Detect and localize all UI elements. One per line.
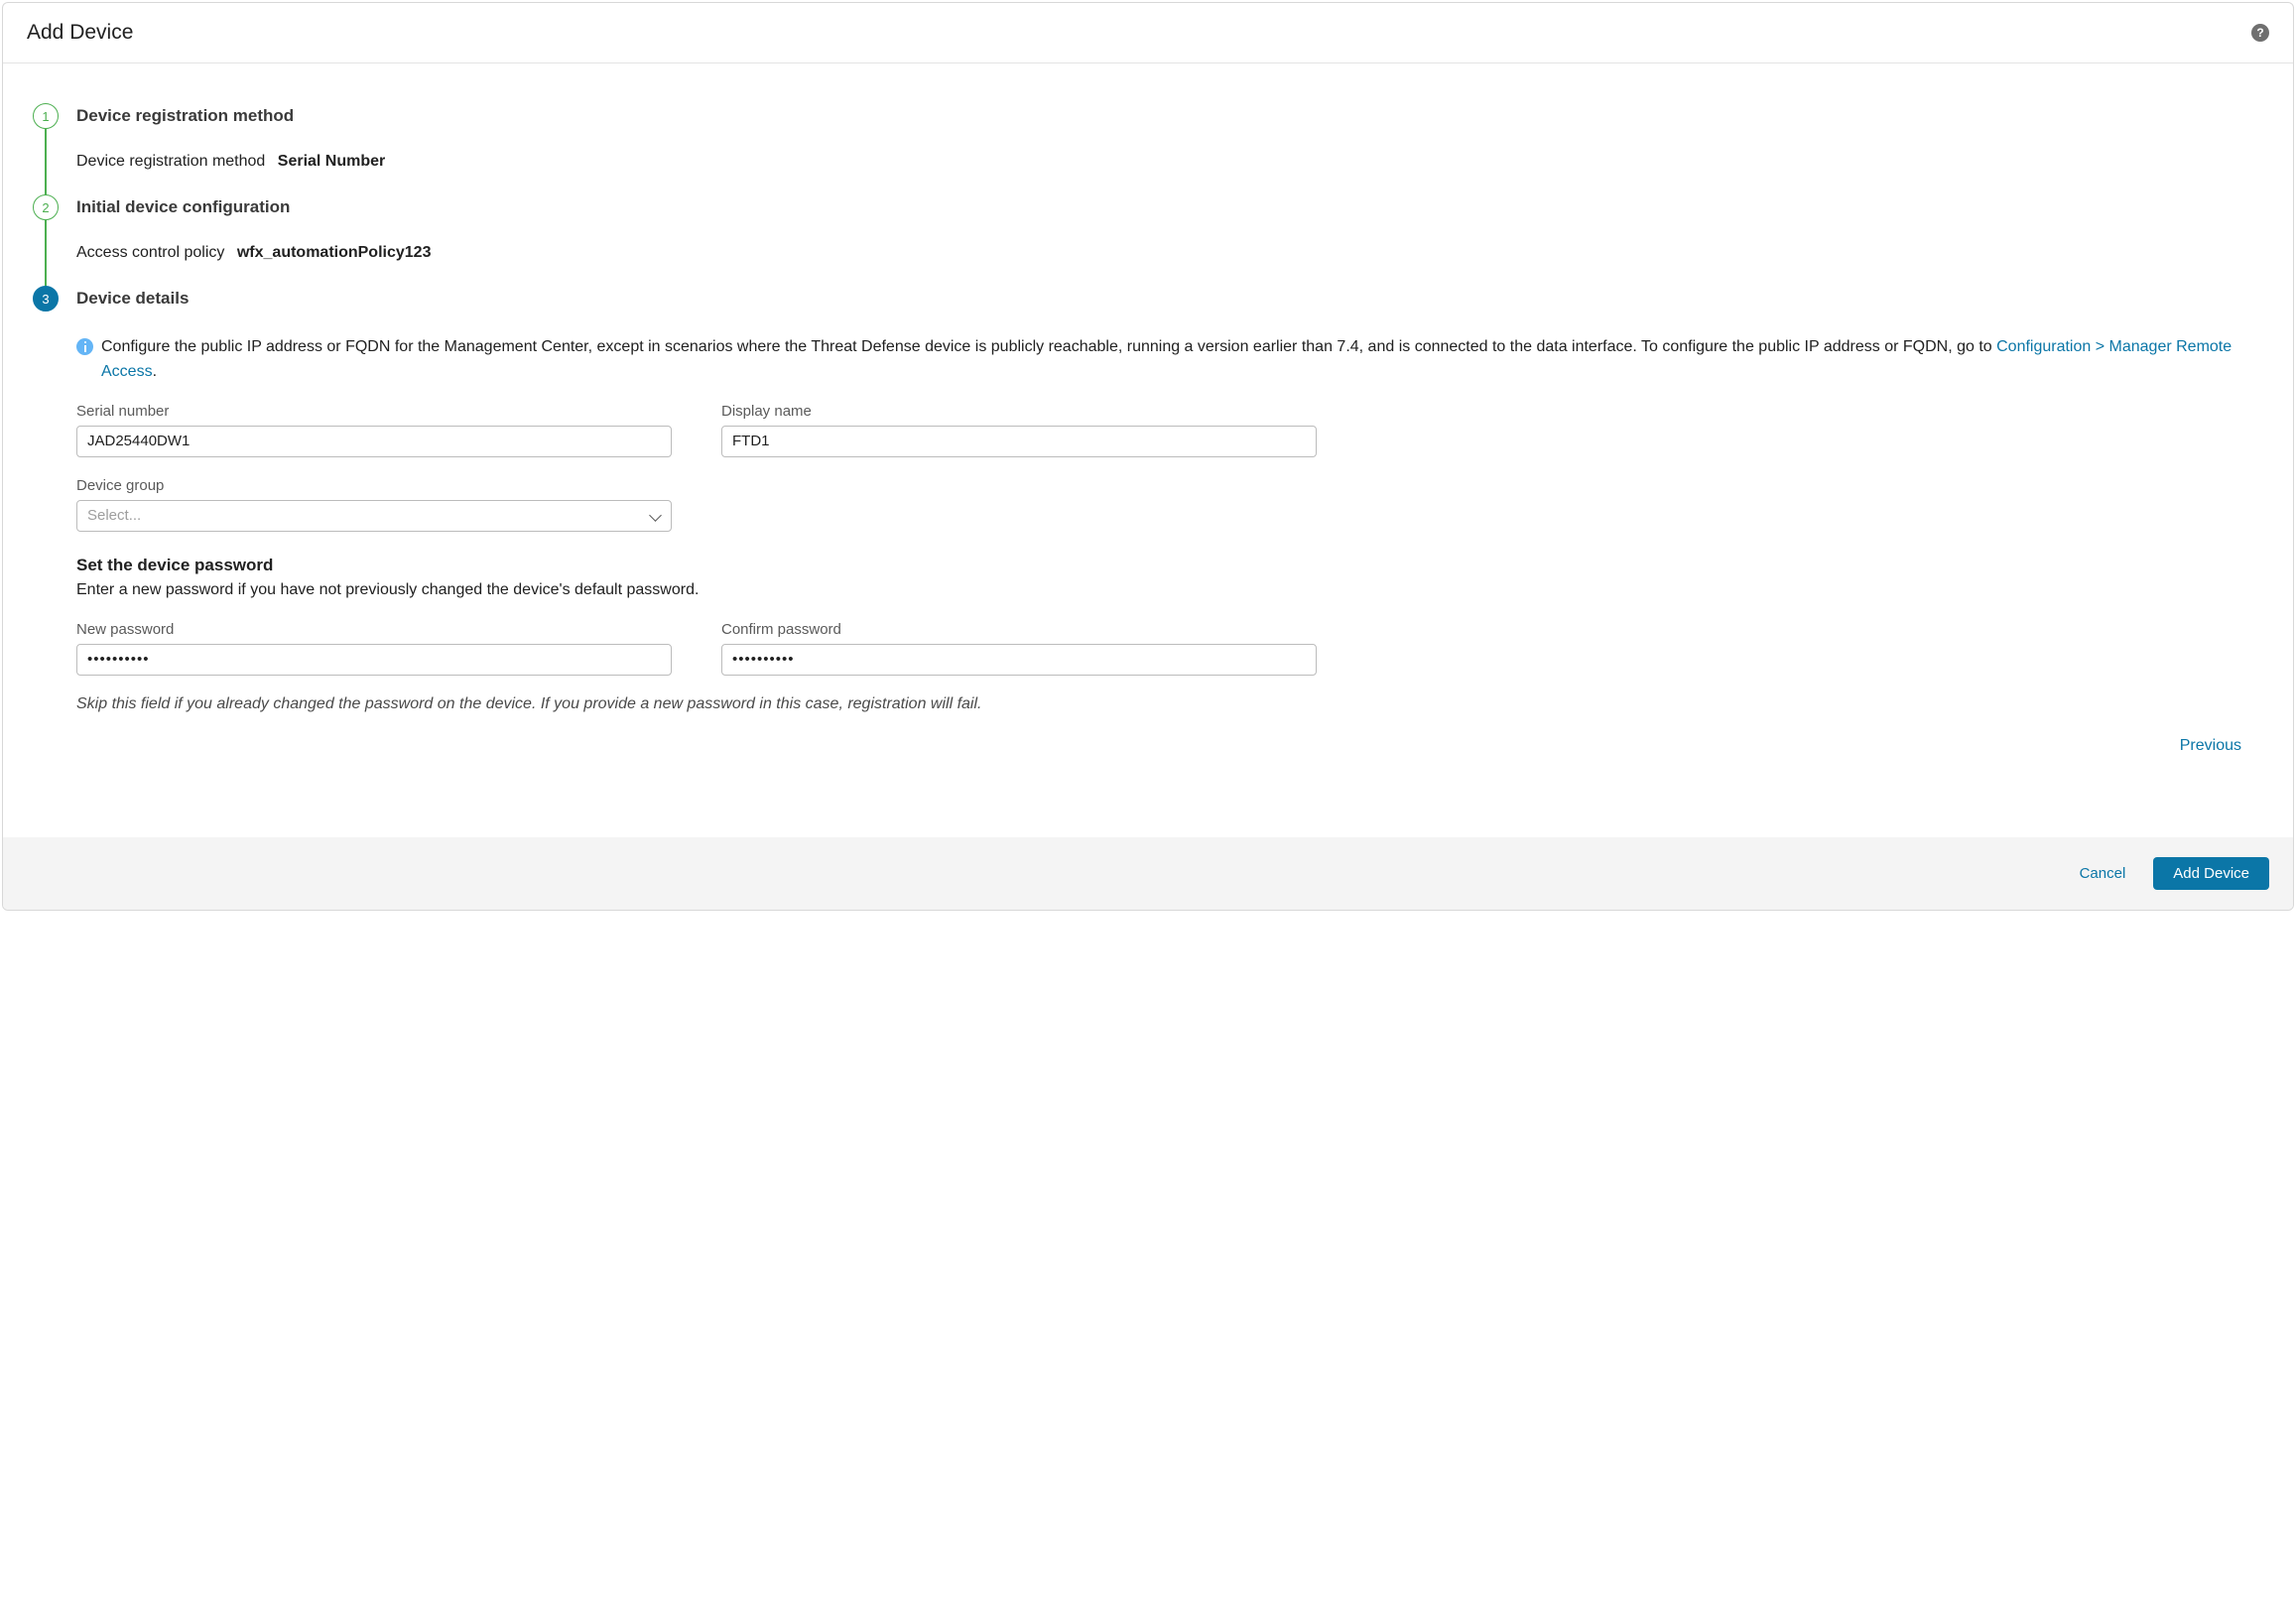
- dialog-body: 1 Device registration method Device regi…: [3, 63, 2293, 837]
- step-title: Device details: [76, 286, 2269, 312]
- field-serial-number: Serial number: [76, 403, 672, 457]
- step-device-details[interactable]: 3 Device details: [33, 286, 2269, 312]
- previous-button[interactable]: Previous: [2152, 731, 2269, 761]
- confirm-password-input[interactable]: [721, 644, 1317, 676]
- step-number-2: 2: [33, 194, 59, 220]
- add-device-button[interactable]: Add Device: [2153, 857, 2269, 890]
- display-name-label: Display name: [721, 403, 1317, 420]
- password-section-desc: Enter a new password if you have not pre…: [76, 581, 2269, 599]
- step-summary-label: Access control policy: [76, 244, 224, 261]
- form-row-group: Device group Select...: [76, 477, 2269, 532]
- step-title: Device registration method: [76, 103, 2269, 129]
- dialog-footer: Cancel Add Device: [3, 837, 2293, 910]
- help-icon[interactable]: ?: [2251, 24, 2269, 42]
- add-device-dialog: Add Device ? 1 Device registration metho…: [2, 2, 2294, 911]
- dialog-header: Add Device ?: [3, 3, 2293, 63]
- previous-row: Previous: [76, 731, 2269, 761]
- step-summary: Device registration method Serial Number: [76, 153, 2269, 171]
- dialog-title: Add Device: [27, 21, 133, 45]
- step-title: Initial device configuration: [76, 194, 2269, 220]
- step-number-1: 1: [33, 103, 59, 129]
- step-content: Configure the public IP address or FQDN …: [33, 312, 2269, 761]
- password-skip-note: Skip this field if you already changed t…: [76, 695, 2269, 713]
- step-summary: Access control policy wfx_automationPoli…: [76, 244, 2269, 262]
- form-row-password: New password Confirm password: [76, 621, 2269, 676]
- password-section-heading: Set the device password: [76, 556, 2269, 575]
- info-text-a: Configure the public IP address or FQDN …: [101, 338, 1996, 355]
- step-initial-configuration[interactable]: 2 Initial device configuration Access co…: [33, 194, 2269, 286]
- serial-number-label: Serial number: [76, 403, 672, 420]
- step-summary-value: Serial Number: [278, 153, 385, 170]
- info-text-b: .: [153, 363, 157, 380]
- new-password-input[interactable]: [76, 644, 672, 676]
- step-list: 1 Device registration method Device regi…: [33, 103, 2269, 312]
- chevron-down-icon: [649, 510, 661, 522]
- step-connector: [45, 220, 47, 288]
- form-row-identity: Serial number Display name: [76, 403, 2269, 457]
- field-device-group: Device group Select...: [76, 477, 672, 532]
- device-group-select[interactable]: Select...: [76, 500, 672, 532]
- step-connector: [45, 129, 47, 196]
- field-confirm-password: Confirm password: [721, 621, 1317, 676]
- device-group-label: Device group: [76, 477, 672, 494]
- cancel-button[interactable]: Cancel: [2060, 857, 2146, 890]
- step-registration-method[interactable]: 1 Device registration method Device regi…: [33, 103, 2269, 194]
- info-icon: [76, 338, 93, 355]
- display-name-input[interactable]: [721, 426, 1317, 457]
- field-new-password: New password: [76, 621, 672, 676]
- step-summary-value: wfx_automationPolicy123: [237, 244, 432, 261]
- info-text: Configure the public IP address or FQDN …: [101, 335, 2269, 385]
- field-display-name: Display name: [721, 403, 1317, 457]
- confirm-password-label: Confirm password: [721, 621, 1317, 638]
- step-summary-label: Device registration method: [76, 153, 265, 170]
- new-password-label: New password: [76, 621, 672, 638]
- step-number-3: 3: [33, 286, 59, 312]
- serial-number-input[interactable]: [76, 426, 672, 457]
- info-banner: Configure the public IP address or FQDN …: [76, 335, 2269, 385]
- device-group-placeholder: Select...: [87, 507, 141, 524]
